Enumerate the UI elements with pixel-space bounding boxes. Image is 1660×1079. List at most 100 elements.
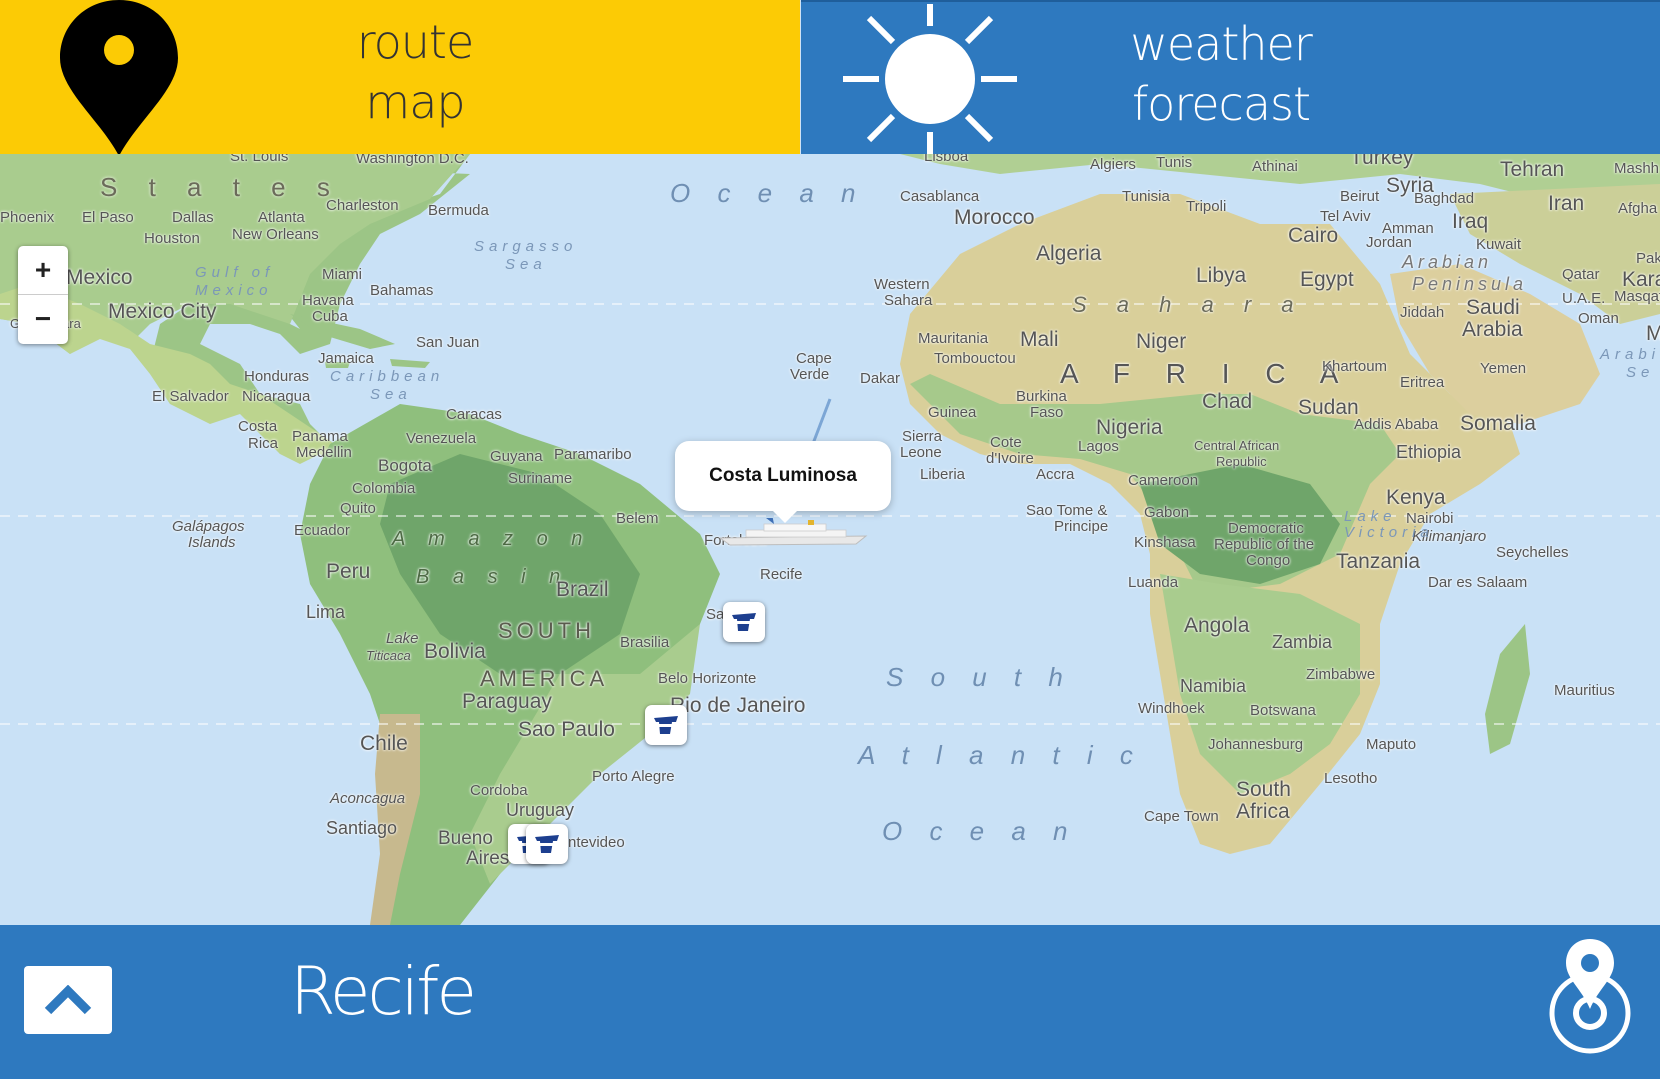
label-cordoba: Cordoba: [470, 782, 528, 799]
label-chile: Chile: [360, 732, 408, 755]
label-burkina-2: Faso: [1030, 404, 1064, 421]
label-dar: Dar es Salaam: [1428, 574, 1528, 591]
expand-button[interactable]: [24, 966, 112, 1034]
label-angola: Angola: [1184, 614, 1250, 637]
label-caribbean: Caribbean: [330, 368, 445, 385]
label-saudi-1: Saudi: [1466, 296, 1520, 319]
ship-marker-icon: [654, 716, 678, 734]
label-beirut: Beirut: [1340, 188, 1380, 205]
label-car-1: Central African: [1194, 438, 1280, 453]
label-jamaica: Jamaica: [318, 350, 374, 367]
label-kenya: Kenya: [1386, 486, 1446, 509]
label-tripoli: Tripoli: [1186, 198, 1227, 215]
label-drc-2: Republic of the: [1214, 536, 1315, 553]
label-brasilia: Brasilia: [620, 634, 670, 651]
label-burkina-1: Burkina: [1016, 388, 1067, 405]
label-bermuda: Bermuda: [428, 202, 489, 219]
label-athinai: Athinai: [1252, 158, 1298, 175]
label-zimbabwe: Zimbabwe: [1306, 666, 1376, 683]
label-sargasso-sea: Sea: [505, 256, 547, 273]
ship-icon[interactable]: [716, 518, 876, 548]
locate-me-icon[interactable]: [1540, 937, 1640, 1057]
label-arabian-sea-2: Se: [1626, 364, 1655, 381]
ship-marker-icon: [535, 835, 559, 853]
tab-route-line2: map: [365, 75, 465, 129]
port-marker-montevideo[interactable]: [526, 824, 568, 864]
zoom-out-button[interactable]: −: [18, 295, 68, 343]
label-eritrea: Eritrea: [1400, 374, 1445, 391]
label-bahamas: Bahamas: [370, 282, 434, 299]
ship-popup[interactable]: Costa Luminosa: [675, 441, 891, 523]
label-lisboa: Lisboa: [924, 154, 969, 165]
label-drc-1: Democratic: [1228, 520, 1304, 537]
label-chad: Chad: [1202, 390, 1253, 413]
label-atlanta: Atlanta: [258, 209, 305, 226]
ship-name: Costa Luminosa: [709, 465, 857, 486]
label-bogota: Bogota: [378, 456, 432, 475]
label-panama: Panama: [292, 428, 348, 445]
port-bar: Recife: [0, 925, 1660, 1079]
label-lagos: Lagos: [1078, 438, 1119, 455]
label-cape-town: Cape Town: [1144, 808, 1219, 825]
label-casablanca: Casablanca: [900, 188, 980, 205]
label-arabian-sea-1: Arabi: [1600, 346, 1660, 363]
label-el-salvador: El Salvador: [152, 388, 229, 405]
label-sierra-2: Leone: [900, 444, 942, 461]
label-south-africa-2: Africa: [1236, 800, 1290, 823]
label-st-louis: St. Louis: [230, 154, 289, 165]
label-mexico-city: Mexico City: [108, 300, 217, 323]
label-south-atlantic-3: O c e a n: [882, 816, 1078, 846]
zoom-in-button[interactable]: +: [18, 246, 68, 295]
label-tunisia: Tunisia: [1122, 188, 1170, 205]
sun-icon: [843, 4, 1017, 156]
tab-weather-line1: weather: [1130, 17, 1313, 71]
label-south-africa-1: South: [1236, 778, 1291, 801]
label-buenos-aires-1: Bueno: [438, 828, 493, 849]
label-houston: Houston: [144, 230, 200, 247]
label-iraq: Iraq: [1452, 210, 1489, 233]
label-paramaribo: Paramaribo: [554, 446, 632, 463]
label-nicaragua: Nicaragua: [242, 388, 311, 405]
label-saudi-2: Arabia: [1462, 318, 1523, 341]
label-sao-tome-2: Principe: [1054, 518, 1109, 535]
label-nigeria: Nigeria: [1096, 416, 1163, 439]
tab-route-map[interactable]: route map: [0, 0, 800, 156]
label-tel-aviv: Tel Aviv: [1320, 208, 1371, 225]
label-san-juan: San Juan: [416, 334, 480, 351]
label-tunis: Tunis: [1156, 154, 1193, 171]
label-oman: Oman: [1578, 310, 1619, 327]
label-basin: B a s i n: [416, 566, 570, 588]
label-honduras: Honduras: [244, 368, 310, 385]
label-guyana: Guyana: [490, 448, 543, 465]
tab-weather-forecast[interactable]: weather forecast: [801, 0, 1660, 156]
label-guinea: Guinea: [928, 404, 977, 421]
label-medellin: Medellin: [296, 444, 352, 461]
label-namibia: Namibia: [1180, 676, 1247, 696]
port-marker-rio[interactable]: [645, 705, 687, 745]
label-windhoek: Windhoek: [1138, 700, 1205, 717]
label-paraguay: Paraguay: [462, 690, 552, 713]
port-marker-recife[interactable]: [723, 602, 765, 642]
chevron-up-icon: [44, 985, 92, 1015]
label-galapagos-1: Galápagos: [172, 518, 245, 535]
label-algeria: Algeria: [1036, 242, 1102, 265]
label-south-america-2: AMERICA: [480, 666, 609, 691]
label-gulf: Gulf of: [195, 264, 275, 281]
label-gulf-mexico: Mexico: [195, 282, 273, 299]
location-pin-icon: [60, 0, 178, 156]
label-rio: Rio de Janeiro: [670, 694, 806, 717]
label-uruguay: Uruguay: [506, 800, 575, 820]
label-western-sahara-1: Western: [874, 276, 930, 293]
label-south-atlantic-2: A t l a n t i c: [858, 740, 1143, 770]
label-charleston: Charleston: [326, 197, 399, 214]
label-lake-victoria-2: Victoria: [1344, 524, 1434, 541]
label-zambia: Zambia: [1272, 632, 1333, 652]
label-mashhad: Mashh: [1614, 160, 1660, 177]
label-somalia: Somalia: [1460, 412, 1536, 435]
label-quito: Quito: [340, 500, 376, 517]
label-porto-alegre: Porto Alegre: [592, 768, 675, 785]
label-tanzania: Tanzania: [1336, 550, 1421, 573]
label-amazon: A m a z o n: [392, 528, 592, 550]
label-south-america-1: SOUTH: [498, 618, 595, 643]
route-map[interactable]: S t a t e s Phoenix El Paso Dallas Atlan…: [0, 154, 1660, 925]
